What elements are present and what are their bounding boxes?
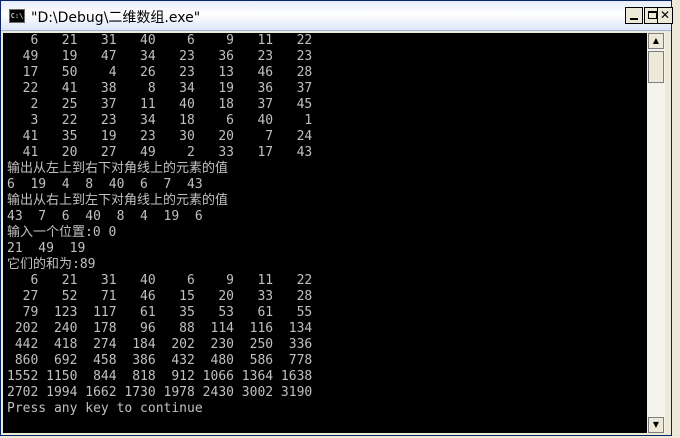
- scrollbar-thumb[interactable]: [648, 51, 664, 83]
- console-line: Press any key to continue: [7, 401, 203, 416]
- console-line: 49 19 47 34 23 36 23 23: [7, 49, 313, 64]
- scroll-down-arrow-icon[interactable]: ▼: [648, 417, 664, 433]
- console-line: 3 22 23 34 18 6 40 1: [7, 113, 313, 128]
- console-line: 1552 1150 844 818 912 1066 1364 1638: [7, 369, 313, 384]
- close-button[interactable]: ✕: [657, 7, 673, 24]
- console-line: 6 19 4 8 40 6 7 43: [7, 177, 203, 192]
- console-line: 79 123 117 61 35 53 61 55: [7, 305, 313, 320]
- console-line: 41 20 27 49 2 33 17 43: [7, 145, 313, 160]
- maximize-icon: [648, 11, 657, 19]
- console-line: 860 692 458 386 432 480 586 778: [7, 353, 313, 368]
- console-line: 输出从右上到左下对角线上的元素的值: [7, 193, 229, 208]
- console-line: 17 50 4 26 23 13 46 28: [7, 65, 313, 80]
- console-app-icon[interactable]: C:\: [9, 9, 25, 23]
- console-line: 2702 1994 1662 1730 1978 2430 3002 3190: [7, 385, 313, 400]
- console-line: 6 21 31 40 6 9 11 22: [7, 33, 313, 48]
- scroll-up-arrow-icon[interactable]: ▲: [648, 33, 664, 49]
- console-line: 21 49 19: [7, 241, 86, 256]
- window-title: "D:\Debug\二维数组.exe": [31, 10, 201, 26]
- minimize-icon: [630, 18, 638, 20]
- console-line: 它们的和为:89: [7, 257, 96, 272]
- console-line: 22 41 38 8 34 19 36 37: [7, 81, 313, 96]
- console-line: 442 418 274 184 202 230 250 336: [7, 337, 313, 352]
- title-bar[interactable]: C:\ "D:\Debug\二维数组.exe" ✕: [1, 1, 673, 31]
- console-line: 202 240 178 96 88 114 116 134: [7, 321, 313, 336]
- console-output[interactable]: 6 21 31 40 6 9 11 22 49 19 47 34 23 36 2…: [3, 33, 647, 433]
- console-line: 41 35 19 23 30 20 7 24: [7, 129, 313, 144]
- console-window: C:\ "D:\Debug\二维数组.exe" ✕ 6 21 31 40 6 9…: [0, 0, 673, 436]
- console-line: 输入一个位置:0 0: [7, 225, 117, 240]
- console-line: 43 7 6 40 8 4 19 6: [7, 209, 203, 224]
- console-line: 27 52 71 46 15 20 33 28: [7, 289, 313, 304]
- vertical-scrollbar[interactable]: ▲ ▼: [647, 33, 665, 433]
- minimize-button[interactable]: [625, 7, 643, 24]
- console-line: 6 21 31 40 6 9 11 22: [7, 273, 313, 288]
- console-line: 输出从左上到右下对角线上的元素的值: [7, 161, 229, 176]
- close-icon: ✕: [659, 8, 671, 22]
- console-line: 2 25 37 11 40 18 37 45: [7, 97, 313, 112]
